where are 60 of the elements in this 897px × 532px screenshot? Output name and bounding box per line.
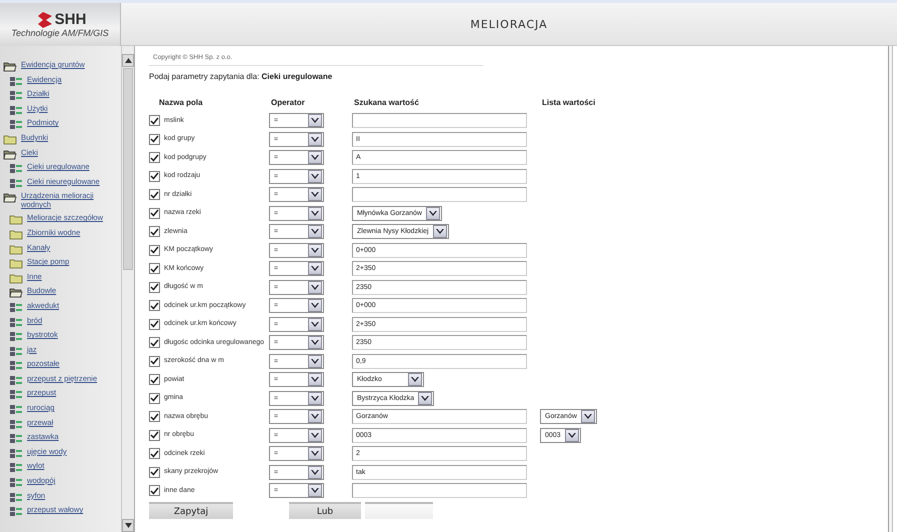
layers-icon: [9, 360, 23, 372]
checkbox[interactable]: [149, 374, 160, 386]
column-header: Operator: [270, 98, 306, 107]
checkbox[interactable]: [149, 448, 160, 460]
checkbox[interactable]: [149, 208, 160, 219]
scrollbar[interactable]: [121, 46, 134, 532]
layers-icon: [9, 316, 23, 328]
layers-icon: [9, 346, 23, 357]
layers-icon: [9, 302, 23, 313]
checkbox[interactable]: [149, 263, 160, 274]
checkbox[interactable]: [149, 392, 160, 404]
layers-icon: [9, 76, 23, 87]
checkbox[interactable]: [149, 356, 160, 367]
checkbox[interactable]: [149, 115, 160, 126]
layers-icon: [9, 448, 23, 459]
value-field[interactable]: [352, 187, 527, 202]
checkbox[interactable]: [149, 226, 160, 238]
checkbox[interactable]: [149, 300, 160, 312]
layers-icon: [9, 404, 23, 416]
value-field[interactable]: [352, 483, 527, 498]
column-header: Szukana wartość: [353, 98, 420, 107]
value-field[interactable]: [352, 113, 527, 128]
checkbox[interactable]: [149, 411, 160, 422]
layers-icon: [9, 374, 23, 386]
layers-icon: [9, 389, 23, 400]
checkbox[interactable]: [149, 430, 160, 441]
layers-icon: [9, 506, 23, 518]
page-title: MELIORACJA: [470, 18, 548, 30]
layers-icon: [9, 331, 23, 342]
checkbox[interactable]: [149, 189, 160, 200]
layers-icon: [9, 492, 23, 503]
scroll-thumb[interactable]: [123, 68, 133, 270]
layers-icon: [9, 104, 23, 116]
checkbox[interactable]: [149, 170, 160, 182]
layers-icon: [9, 418, 23, 430]
scroll-down-icon[interactable]: [122, 519, 134, 532]
checkbox[interactable]: [149, 134, 160, 145]
query-button[interactable]: Zapytaj: [149, 502, 233, 519]
checkbox[interactable]: [149, 152, 160, 164]
layers-icon: [9, 462, 23, 474]
checkbox[interactable]: [149, 337, 160, 348]
layers-icon: [9, 178, 23, 189]
prompt-text: Podaj parametry zapytania dla: Cieki uregulowane: [149, 71, 334, 81]
query-button[interactable]: Lub: [289, 502, 361, 519]
layers-icon: [9, 119, 23, 130]
layers-icon: [9, 433, 23, 444]
page-scrollbar[interactable]: [888, 46, 893, 532]
column-header: Lista wartości: [541, 98, 596, 107]
column-header: Nazwa pola: [158, 98, 204, 107]
checkbox[interactable]: [149, 485, 160, 496]
layers-icon: [9, 90, 23, 102]
checkbox[interactable]: [149, 466, 160, 478]
scroll-up-icon[interactable]: [122, 54, 134, 67]
logo-tagline: Technologie AM/FM/GIS: [11, 28, 109, 38]
checkbox[interactable]: [149, 244, 160, 256]
logo-text: SHH: [54, 11, 86, 28]
checkbox[interactable]: [149, 282, 160, 293]
checkbox[interactable]: [149, 318, 160, 330]
layers-icon: [9, 477, 23, 488]
layers-icon: [9, 163, 23, 174]
